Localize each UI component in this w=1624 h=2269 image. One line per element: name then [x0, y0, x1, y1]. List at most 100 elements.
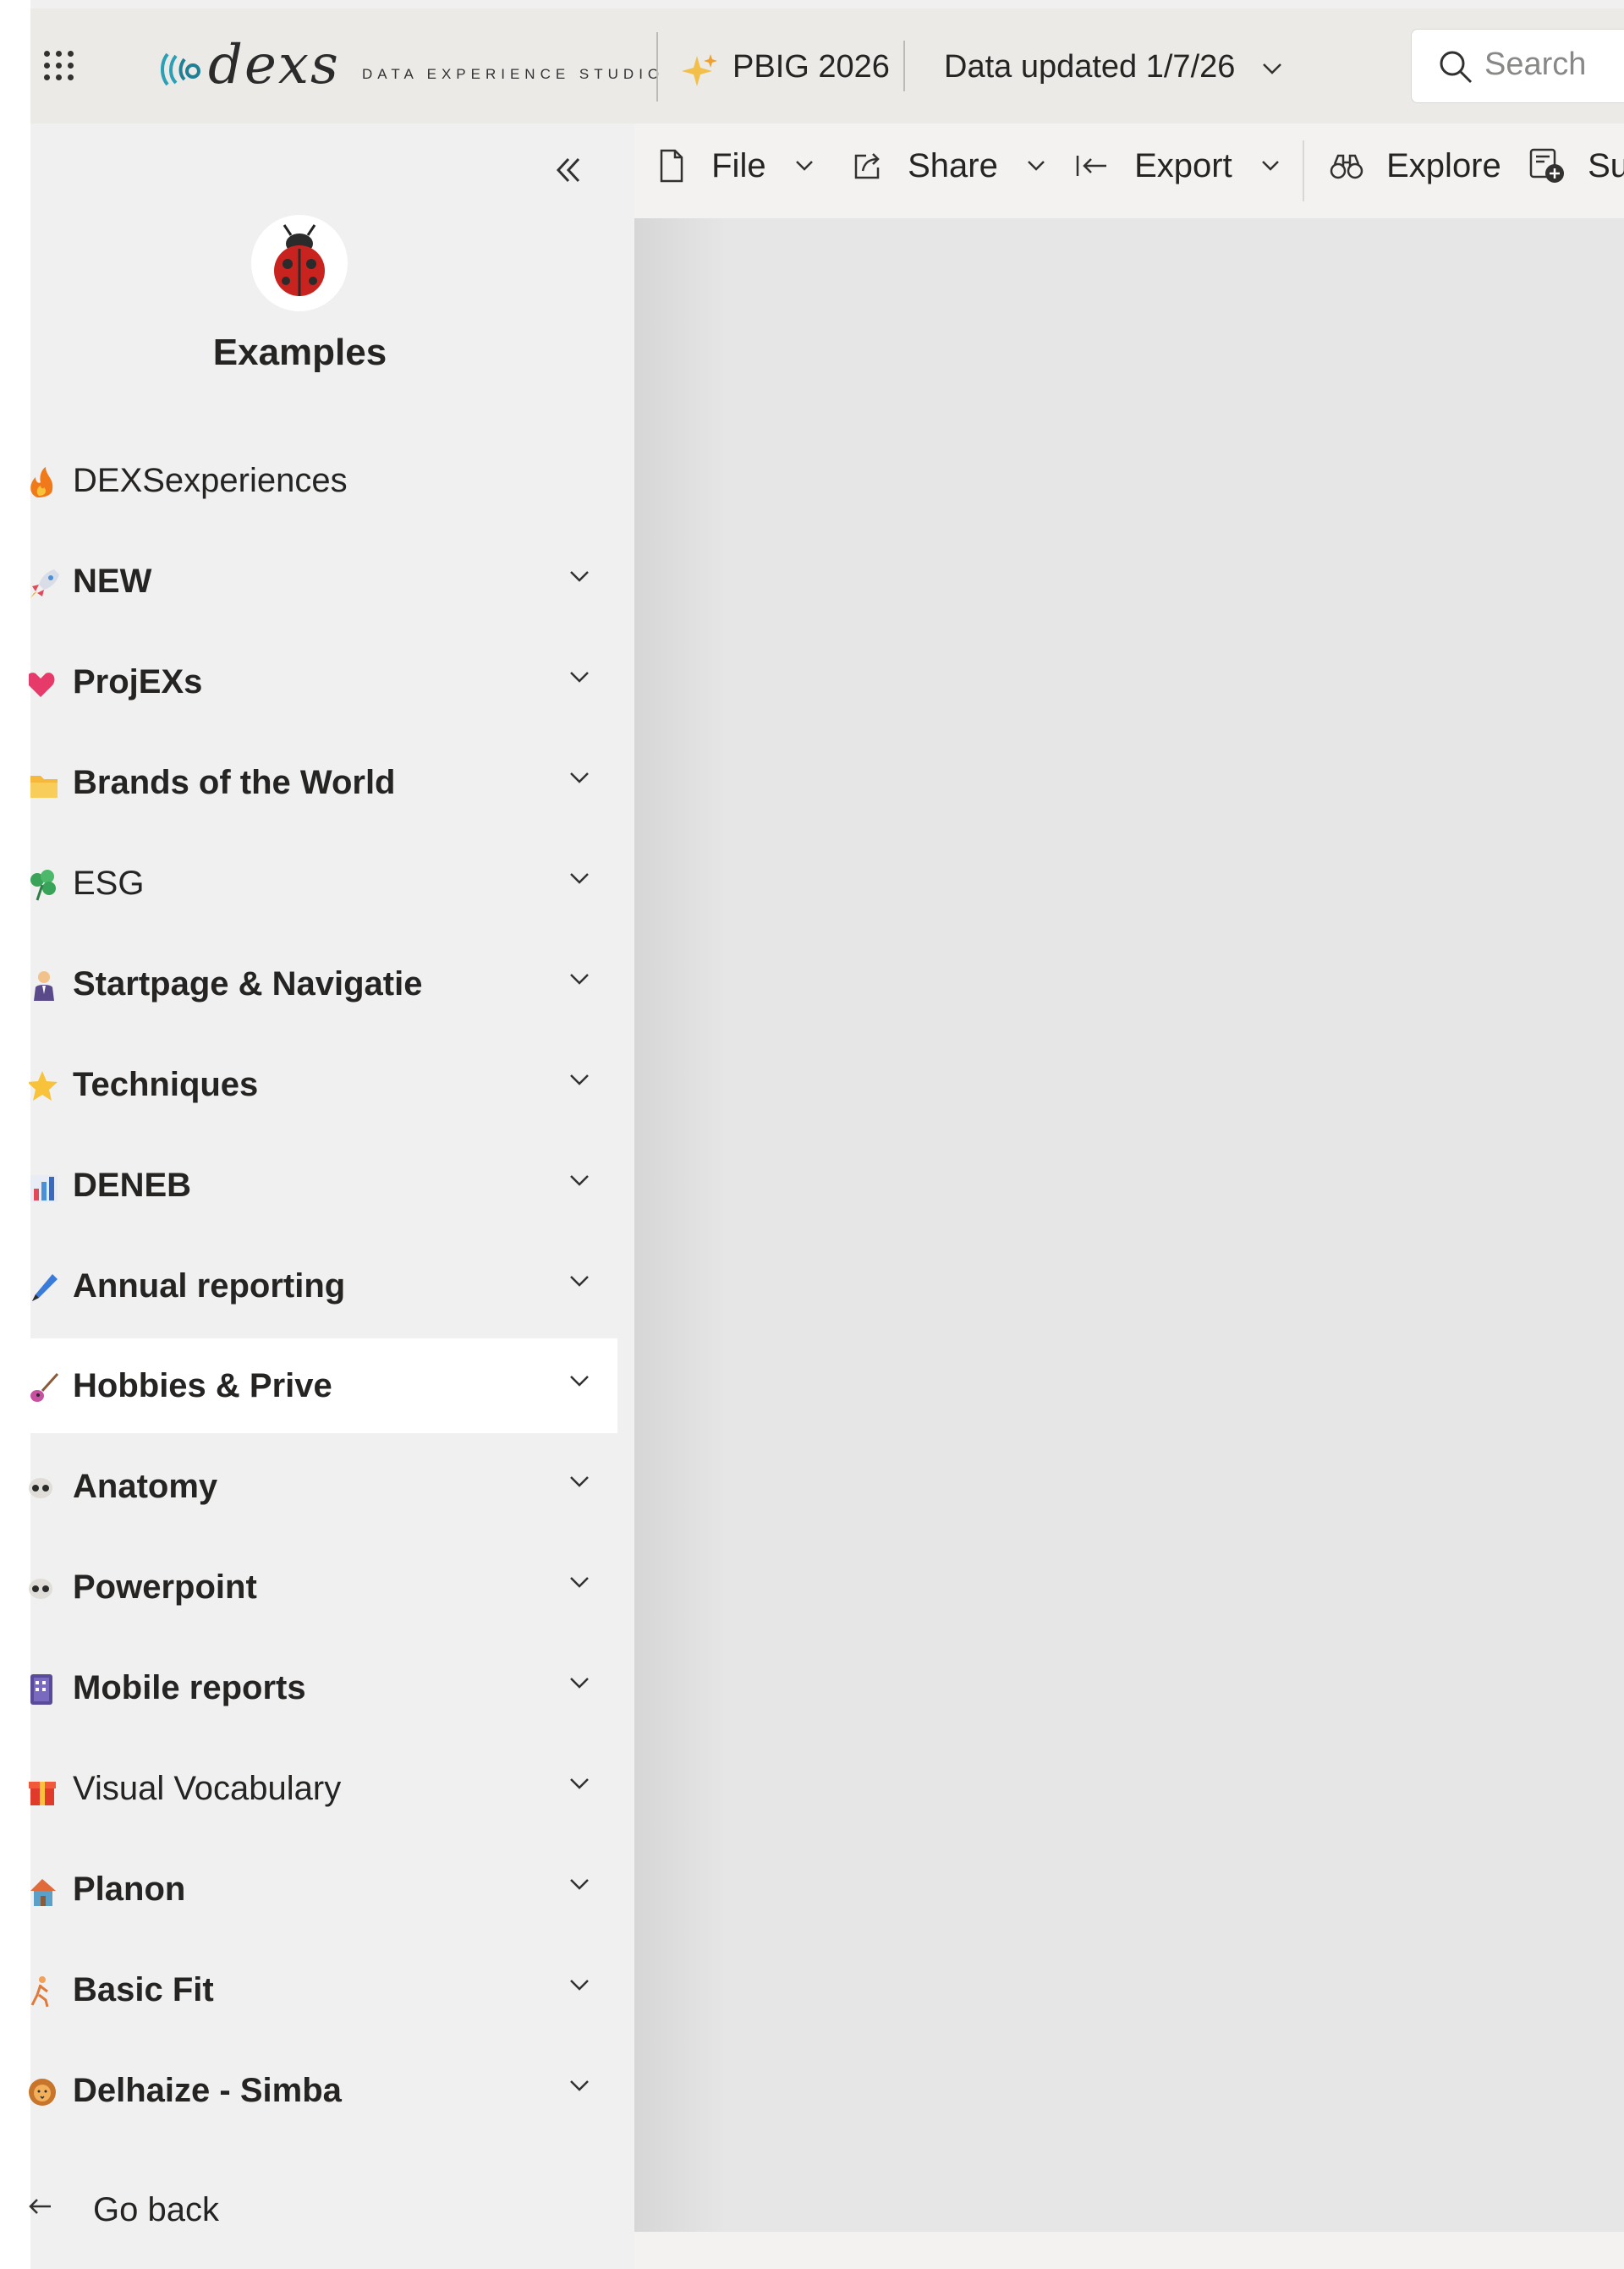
- data-updated-label: Data updated 1/7/26: [944, 49, 1236, 85]
- sidebar-item-label: Planon: [73, 1871, 186, 1908]
- arrow-left-icon: [29, 2199, 51, 2214]
- lion-icon: [29, 2079, 56, 2106]
- chevron-down-icon: [570, 1980, 589, 1991]
- share-menu-button[interactable]: Share: [851, 146, 1046, 196]
- star-icon: [29, 1071, 58, 1101]
- toolbar-divider: [1303, 140, 1304, 201]
- heart-icon: [29, 673, 55, 697]
- sidebar-item-planon[interactable]: Planon: [30, 1842, 617, 1937]
- skull-icon: [29, 1579, 52, 1599]
- chevron-down-icon: [570, 1577, 589, 1588]
- share-icon: [854, 153, 880, 179]
- app-launcher-icon[interactable]: [37, 44, 81, 88]
- sidebar-item-esg[interactable]: ESG: [30, 836, 617, 931]
- binoculars-icon: [1330, 155, 1363, 179]
- house-icon: [30, 1879, 56, 1906]
- status-bar: [634, 2232, 1624, 2269]
- chevron-down-icon: [570, 873, 589, 884]
- sidebar-item-new[interactable]: NEW: [30, 534, 617, 629]
- sidebar-item-visual-vocabulary[interactable]: Visual Vocabulary: [29, 1741, 617, 1836]
- sidebar-item-annual-reporting[interactable]: Annual reporting: [30, 1239, 617, 1333]
- pen-icon: [32, 1274, 58, 1301]
- workspace-avatar: [251, 215, 348, 311]
- window-left-edge: [0, 0, 30, 2269]
- chevron-down-icon: [570, 1276, 589, 1287]
- workspace-name[interactable]: PBIG 2026: [732, 49, 890, 85]
- sidebar-item-deneb[interactable]: DENEB: [30, 1138, 617, 1233]
- share-label: Share: [908, 146, 998, 184]
- go-back-link[interactable]: Go back: [29, 2176, 369, 2244]
- sidebar-item-basic-fit[interactable]: Basic Fit: [30, 1942, 617, 2037]
- sidebar-item-startpage-navigatie[interactable]: Startpage & Navigatie: [30, 937, 617, 1031]
- sidebar-item-techniques[interactable]: Techniques: [29, 1037, 617, 1132]
- workspace-title: Examples: [212, 332, 387, 373]
- sidebar-item-dexsexperiences[interactable]: DEXSexperiences: [30, 433, 617, 528]
- chevron-down-icon: [570, 1175, 589, 1186]
- dexs-logo[interactable]: dexs DATA EXPERIENCE STUDIO: [159, 34, 667, 96]
- subscribe-icon: [1529, 149, 1564, 184]
- export-menu-button[interactable]: Export: [1074, 146, 1281, 196]
- gift-icon: [29, 1782, 56, 1805]
- sidebar-item-label: Visual Vocabulary: [73, 1770, 342, 1807]
- chevron-down-icon: [570, 672, 589, 683]
- person-icon: [34, 971, 54, 1001]
- chevron-down-icon: [570, 1778, 589, 1789]
- explore-button[interactable]: Explore: [1328, 146, 1501, 196]
- runner-icon: [30, 1976, 49, 2008]
- sidebar-item-anatomy[interactable]: Anatomy: [29, 1439, 617, 1534]
- sidebar-item-label: ProjEXs: [73, 663, 203, 700]
- sidebar-item-hobbies-prive[interactable]: Hobbies & Prive: [30, 1338, 617, 1433]
- report-toolbar: File Share Export Explore Su: [634, 124, 1624, 218]
- chevron-down-icon: [570, 2080, 589, 2091]
- sidebar-item-mobile-reports[interactable]: Mobile reports: [30, 1640, 617, 1735]
- chevron-down-icon: [795, 161, 813, 172]
- export-label: Export: [1134, 146, 1232, 184]
- file-menu-button[interactable]: File: [656, 146, 815, 196]
- chevron-down-icon: [570, 974, 589, 985]
- guitar-icon: [30, 1372, 59, 1402]
- chevron-down-icon: [570, 772, 589, 783]
- sidebar-item-label: Powerpoint: [73, 1569, 257, 1606]
- search-box[interactable]: [1411, 29, 1624, 103]
- app-header: dexs DATA EXPERIENCE STUDIO PBIG 2026 Da…: [30, 8, 1624, 124]
- chevron-down-icon: [570, 571, 589, 582]
- sidebar-item-label: Startpage & Navigatie: [73, 965, 423, 1003]
- sidebar-item-label: Mobile reports: [73, 1669, 306, 1706]
- sidebar-item-label: ESG: [73, 865, 145, 902]
- sidebar: Examples DEXSexperiences NEW ProjEXs Bra…: [29, 124, 634, 2269]
- rocket-icon: [30, 569, 59, 598]
- chevron-down-icon: [570, 1476, 589, 1487]
- bar-chart-icon: [30, 1175, 58, 1202]
- sidebar-item-brands-of-the-world[interactable]: Brands of the World: [30, 735, 617, 830]
- sidebar-item-label: DENEB: [73, 1167, 192, 1204]
- subscribe-label: Su: [1588, 146, 1624, 184]
- skull-icon: [29, 1478, 52, 1498]
- sidebar-shadow: [634, 218, 727, 2232]
- sidebar-item-label: Delhaize - Simba: [73, 2072, 342, 2109]
- search-input[interactable]: [1484, 47, 1624, 83]
- file-label: File: [711, 146, 766, 184]
- explore-label: Explore: [1386, 146, 1501, 184]
- sidebar-item-powerpoint[interactable]: Powerpoint: [29, 1540, 617, 1634]
- collapse-sidebar-icon[interactable]: [548, 149, 590, 191]
- header-divider: [903, 41, 905, 91]
- fire-icon: [30, 467, 53, 497]
- sidebar-item-label: Annual reporting: [73, 1267, 346, 1305]
- header-divider: [656, 32, 658, 102]
- sidebar-item-label: NEW: [73, 563, 152, 600]
- logo-tagline: DATA EXPERIENCE STUDIO: [362, 66, 665, 82]
- clover-icon: [30, 870, 56, 901]
- chevron-down-icon: [570, 1074, 589, 1085]
- sidebar-item-label: Techniques: [73, 1066, 259, 1103]
- chevron-down-icon: [1028, 161, 1045, 172]
- sidebar-item-delhaize-simba[interactable]: Delhaize - Simba: [29, 2043, 617, 2138]
- report-canvas: [634, 218, 1624, 2232]
- subscribe-button[interactable]: Su: [1528, 146, 1624, 196]
- chevron-down-icon: [570, 1879, 589, 1890]
- data-updated-dropdown[interactable]: Data updated 1/7/26: [944, 49, 1283, 85]
- sidebar-item-projexs[interactable]: ProjEXs: [29, 635, 617, 729]
- search-icon: [1440, 51, 1473, 84]
- ladybug-icon: [274, 224, 325, 296]
- logo-swirl-icon: [161, 52, 200, 86]
- logo-wordmark: dexs: [208, 34, 340, 96]
